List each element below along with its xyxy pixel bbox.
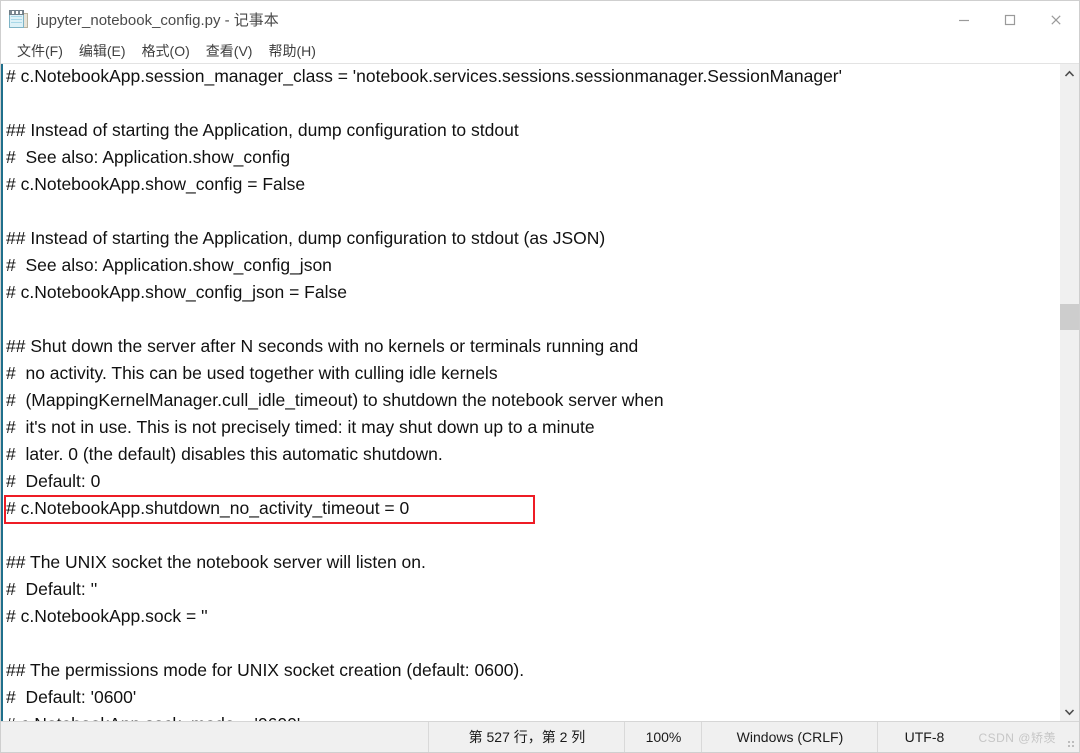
text-line: ## Shut down the server after N seconds … [6,336,639,356]
text-line: # See also: Application.show_config_json [6,255,332,275]
text-line [6,90,1059,117]
text-line: # c.NotebookApp.sock_mode = '0600' [6,711,1059,721]
scroll-up-icon[interactable] [1060,64,1079,83]
text-line: ## The UNIX socket the notebook server w… [6,552,426,572]
status-spacer [1,722,428,752]
scroll-down-icon[interactable] [1060,702,1079,721]
minimize-button[interactable] [941,1,987,38]
text-line: # no activity. This can be used together… [6,363,498,383]
window-controls [941,1,1079,38]
text-line: # c.NotebookApp.sock = '' [6,606,208,626]
scrollbar-thumb[interactable] [1060,304,1079,330]
text-line [6,306,1059,333]
menu-bar: 文件(F) 编辑(E) 格式(O) 查看(V) 帮助(H) [1,39,1079,64]
menu-item-format[interactable]: 格式(O) [134,40,198,63]
status-bar: 第 527 行，第 2 列 100% Windows (CRLF) UTF-8 … [1,721,1079,752]
text-line: # c.NotebookApp.session_manager_class = … [6,66,842,86]
menu-item-edit[interactable]: 编辑(E) [71,40,134,63]
vertical-scrollbar[interactable] [1059,64,1079,721]
status-line-ending: Windows (CRLF) [701,722,877,752]
text-line [6,198,1059,225]
text-content[interactable]: # c.NotebookApp.session_manager_class = … [3,64,1059,721]
text-line: # c.NotebookApp.show_config_json = False [6,282,347,302]
text-line: # c.NotebookApp.shutdown_no_activity_tim… [6,498,410,518]
text-line: # c.NotebookApp.show_config = False [6,174,306,194]
resize-grip[interactable] [1062,722,1079,752]
text-editor[interactable]: # c.NotebookApp.session_manager_class = … [1,64,1059,721]
menu-item-help[interactable]: 帮助(H) [260,40,323,63]
editor-area: # c.NotebookApp.session_manager_class = … [1,64,1079,721]
maximize-button[interactable] [987,1,1033,38]
menu-item-file[interactable]: 文件(F) [9,40,71,63]
title-bar[interactable]: jupyter_notebook_config.py - 记事本 [1,1,1079,39]
csdn-watermark: CSDN @矫羡 [978,730,1056,745]
menu-item-view[interactable]: 查看(V) [198,40,261,63]
status-line-column: 第 527 行，第 2 列 [428,722,624,752]
text-line: # Default: 0 [6,471,101,491]
text-line: # See also: Application.show_config [6,147,291,167]
text-line [6,522,1059,549]
close-button[interactable] [1033,1,1079,38]
window-title: jupyter_notebook_config.py - 记事本 [37,12,279,29]
notepad-icon [9,9,29,30]
text-line: # Default: '' [6,579,98,599]
status-encoding: UTF-8 [877,722,970,752]
text-line: ## Instead of starting the Application, … [6,228,606,248]
text-line: # (MappingKernelManager.cull_idle_timeou… [6,390,664,410]
status-zoom-level[interactable]: 100% [624,722,701,752]
text-line [6,630,1059,657]
text-line: # Default: '0600' [6,687,137,707]
text-line: # later. 0 (the default) disables this a… [6,444,443,464]
text-line: ## Instead of starting the Application, … [6,120,519,140]
text-line: ## The permissions mode for UNIX socket … [6,660,525,680]
text-line: # it's not in use. This is not precisely… [6,417,595,437]
notepad-window: jupyter_notebook_config.py - 记事本 文件(F) 编… [0,0,1080,753]
